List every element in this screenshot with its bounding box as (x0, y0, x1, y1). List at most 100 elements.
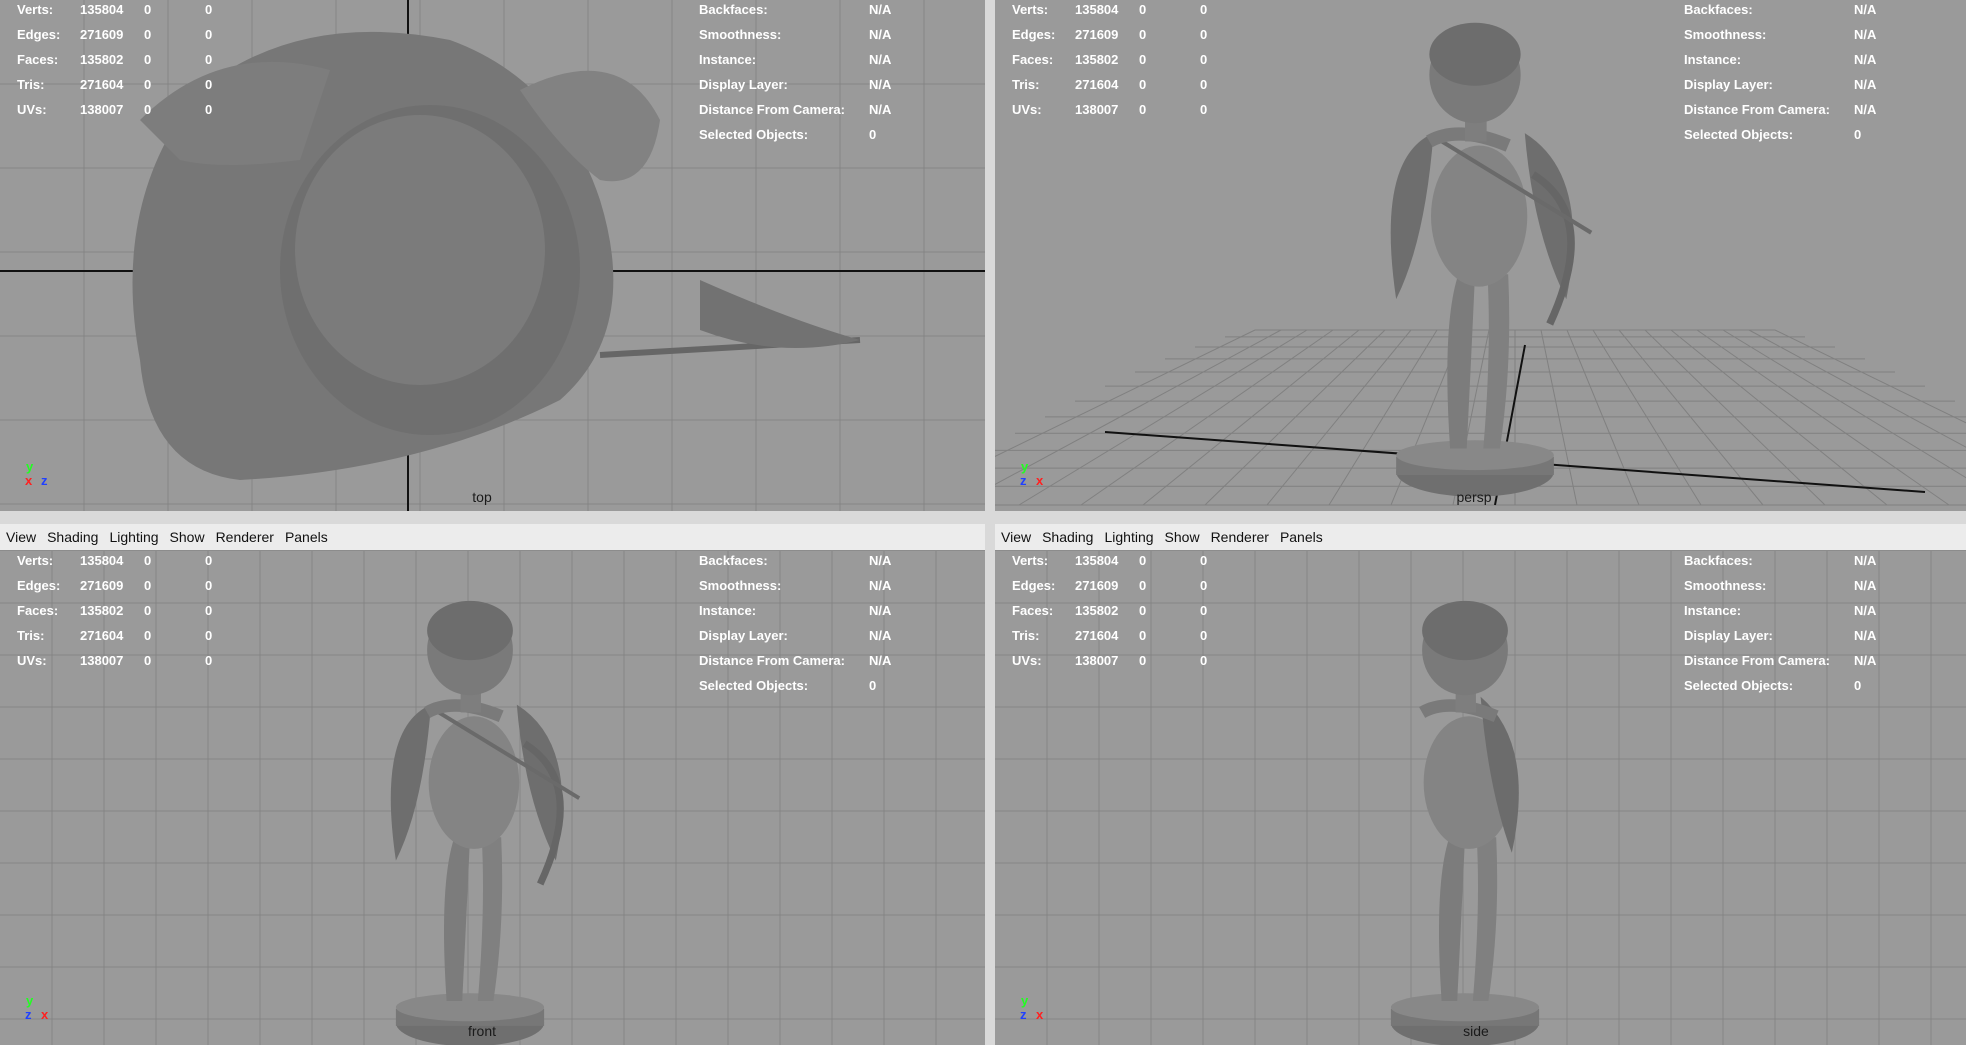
menu-view[interactable]: View (1001, 529, 1031, 545)
hud-stat-label: Tris: (17, 77, 45, 92)
hud-object-details: Backfaces: N/A Smoothness: N/A Instance: N/A D… (1684, 2, 1924, 152)
hud-stat-value: 138007 (80, 653, 124, 668)
hud-detail-value: N/A (869, 102, 892, 117)
viewport-side[interactable]: Verts: 135804 0 0 Edges: 271609 0 0 Faces: 135802… (995, 551, 1966, 1045)
menu-shading[interactable]: Shading (1042, 529, 1093, 545)
hud-detail-row: Distance From Camera: N/A (1684, 653, 1924, 678)
hud-stat-label: Edges: (17, 27, 61, 42)
hud-detail-row: Selected Objects: 0 (1684, 127, 1924, 152)
menu-view[interactable]: View (6, 529, 36, 545)
menu-renderer[interactable]: Renderer (216, 529, 274, 545)
panel-divider-horizontal[interactable] (0, 511, 1966, 524)
hud-detail-row: Backfaces: N/A (1684, 553, 1924, 578)
hud-detail-label: Smoothness: (699, 27, 782, 42)
hud-poly-count: Verts: 135804 0 0 Edges: 271609 0 0 Faces: 135802… (995, 553, 1235, 678)
menu-show[interactable]: Show (1165, 529, 1200, 545)
hud-stat-label: Verts: (1012, 553, 1049, 568)
hud-detail-row: Distance From Camera: N/A (1684, 102, 1924, 127)
hud-stat-value: 271609 (80, 578, 124, 593)
panel-persp: Verts: 135804 0 0 Edges: 271609 0 0 Faces: 135802… (995, 0, 1966, 511)
hud-stat-label: Edges: (17, 578, 61, 593)
hud-detail-label: Display Layer: (1684, 77, 1773, 92)
hud-detail-value: N/A (1854, 102, 1877, 117)
hud-detail-row: Smoothness: N/A (699, 27, 939, 52)
menu-lighting[interactable]: Lighting (109, 529, 158, 545)
hud-stat-label: UVs: (17, 102, 47, 117)
hud-stat-label: Tris: (17, 628, 45, 643)
hud-stat-value: 0 (1139, 102, 1147, 117)
hud-stat-label: Faces: (1012, 603, 1054, 618)
hud-detail-row: Smoothness: N/A (1684, 27, 1924, 52)
hud-stat-row: Edges: 271609 0 0 (995, 27, 1235, 52)
hud-detail-value: N/A (1854, 628, 1877, 643)
viewport-persp[interactable]: Verts: 135804 0 0 Edges: 271609 0 0 Faces: 135802… (995, 0, 1966, 511)
axis-x-label: x (41, 1007, 49, 1022)
hud-stat-value: 0 (144, 27, 152, 42)
hud-stat-value: 0 (1139, 578, 1147, 593)
hud-detail-label: Backfaces: (699, 2, 768, 17)
hud-detail-value: 0 (869, 127, 877, 142)
hud-detail-label: Backfaces: (699, 553, 768, 568)
viewport-top[interactable]: Verts: 135804 0 0 Edges: 271609 0 0 Faces: 135802… (0, 0, 985, 511)
hud-detail-row: Display Layer: N/A (1684, 77, 1924, 102)
hud-detail-value: N/A (1854, 653, 1877, 668)
menu-panels[interactable]: Panels (285, 529, 328, 545)
hud-stat-value: 0 (144, 102, 152, 117)
hud-detail-row: Distance From Camera: N/A (699, 653, 939, 678)
hud-detail-label: Selected Objects: (699, 127, 809, 142)
hud-stat-label: Tris: (1012, 628, 1040, 643)
hud-stat-value: 271604 (1075, 77, 1119, 92)
axis-gizmo-icon: yzx (22, 993, 62, 1033)
hud-detail-label: Selected Objects: (1684, 678, 1794, 693)
hud-stat-value: 135804 (80, 2, 124, 17)
hud-stat-row: Faces: 135802 0 0 (0, 603, 240, 628)
hud-stat-value: 135802 (1075, 603, 1119, 618)
hud-detail-value: N/A (1854, 77, 1877, 92)
menu-lighting[interactable]: Lighting (1104, 529, 1153, 545)
hud-stat-row: Edges: 271609 0 0 (0, 578, 240, 603)
axis-y-label: y (26, 459, 34, 474)
axis-x-label: x (1036, 473, 1044, 488)
hud-stat-value: 0 (144, 653, 152, 668)
hud-detail-label: Display Layer: (1684, 628, 1773, 643)
hud-stat-value: 0 (1200, 52, 1208, 67)
viewport-front[interactable]: Verts: 135804 0 0 Edges: 271609 0 0 Faces: 135802… (0, 551, 985, 1045)
hud-stat-value: 0 (144, 578, 152, 593)
hud-detail-value: 0 (1854, 678, 1862, 693)
hud-stat-value: 0 (144, 553, 152, 568)
hud-detail-label: Instance: (699, 603, 757, 618)
hud-detail-row: Distance From Camera: N/A (699, 102, 939, 127)
hud-stat-row: Faces: 135802 0 0 (995, 52, 1235, 77)
menu-shading[interactable]: Shading (47, 529, 98, 545)
hud-detail-value: N/A (1854, 578, 1877, 593)
hud-stat-value: 271609 (1075, 578, 1119, 593)
panel-top: Verts: 135804 0 0 Edges: 271609 0 0 Faces: 135802… (0, 0, 985, 511)
hud-detail-label: Distance From Camera: (1684, 653, 1830, 668)
hud-stat-value: 0 (1139, 2, 1147, 17)
hud-stat-value: 0 (144, 603, 152, 618)
hud-stat-value: 0 (144, 52, 152, 67)
hud-stat-row: Tris: 271604 0 0 (995, 628, 1235, 653)
hud-stat-value: 0 (1139, 628, 1147, 643)
hud-stat-value: 0 (205, 27, 213, 42)
menu-renderer[interactable]: Renderer (1211, 529, 1269, 545)
hud-stat-value: 0 (205, 603, 213, 618)
hud-poly-count: Verts: 135804 0 0 Edges: 271609 0 0 Faces: 135802… (0, 2, 240, 127)
hud-stat-label: UVs: (1012, 653, 1042, 668)
hud-stat-value: 271609 (1075, 27, 1119, 42)
hud-stat-value: 0 (144, 2, 152, 17)
hud-object-details: Backfaces: N/A Smoothness: N/A Instance: N/A D… (1684, 553, 1924, 703)
hud-stat-row: UVs: 138007 0 0 (995, 653, 1235, 678)
hud-detail-label: Selected Objects: (699, 678, 809, 693)
hud-stat-row: UVs: 138007 0 0 (0, 102, 240, 127)
hud-detail-row: Smoothness: N/A (1684, 578, 1924, 603)
hud-detail-label: Instance: (1684, 603, 1742, 618)
axis-z-label: z (25, 1007, 32, 1022)
menu-panels[interactable]: Panels (1280, 529, 1323, 545)
hud-detail-row: Smoothness: N/A (699, 578, 939, 603)
menu-show[interactable]: Show (170, 529, 205, 545)
hud-detail-label: Display Layer: (699, 77, 788, 92)
hud-detail-value: N/A (869, 52, 892, 67)
hud-stat-value: 271609 (80, 27, 124, 42)
hud-detail-row: Backfaces: N/A (1684, 2, 1924, 27)
